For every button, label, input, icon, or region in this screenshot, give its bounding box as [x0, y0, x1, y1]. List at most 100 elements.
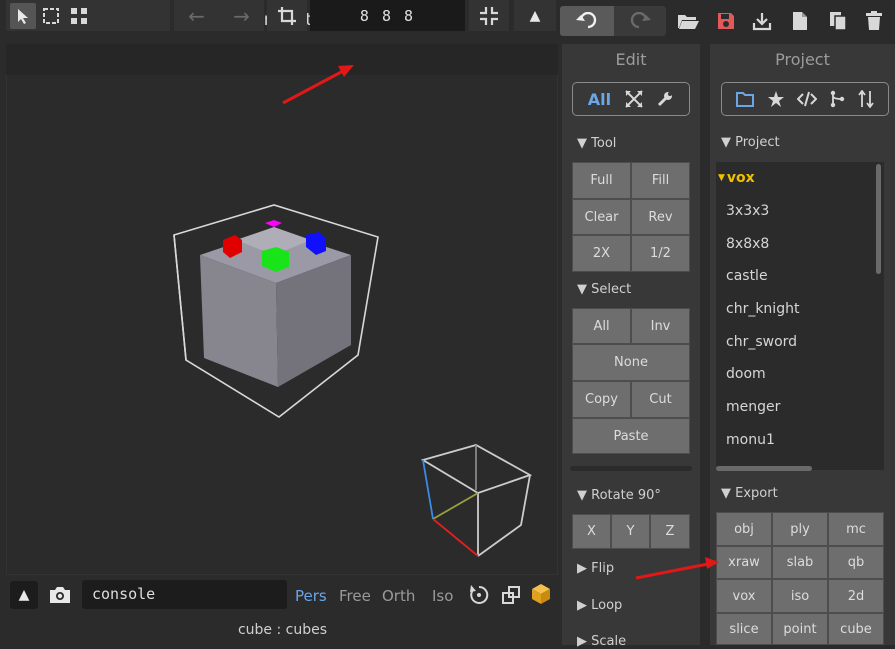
export-section-header[interactable]: ▼ Export [721, 486, 778, 501]
redo-icon [630, 12, 651, 29]
export-point-button[interactable]: point [772, 613, 828, 645]
select-all-button[interactable]: All [572, 308, 631, 344]
crop-button[interactable] [267, 0, 307, 31]
box-select-tool[interactable] [38, 3, 64, 29]
arrow-right-icon[interactable]: → [233, 4, 250, 28]
tool-rev-button[interactable]: Rev [631, 199, 690, 235]
list-item[interactable]: chr_sword [716, 325, 884, 358]
export-vox-button[interactable]: vox [716, 579, 772, 613]
arrow-left-icon[interactable]: ← [188, 4, 205, 28]
project-list[interactable]: ▼ vox 3x3x3 8x8x8 castle chr_knight chr_s… [716, 162, 884, 470]
view-mode-pers[interactable]: Pers [295, 587, 327, 605]
select-cut-button[interactable]: Cut [631, 381, 690, 418]
loop-label: Loop [591, 598, 623, 613]
export-2d-button[interactable]: 2d [828, 579, 884, 613]
list-item[interactable]: menger [716, 391, 884, 424]
folder-open-icon [678, 15, 699, 29]
list-item[interactable]: 8x8x8 [716, 227, 884, 260]
select-paste-button[interactable]: Paste [572, 418, 690, 454]
expand-console-button[interactable]: ▲ [10, 581, 38, 609]
console-input[interactable]: console [82, 580, 287, 609]
tool-half-button[interactable]: 1/2 [631, 235, 690, 272]
tool-label: Tool [591, 136, 617, 151]
folder-vox[interactable]: ▼ vox [716, 162, 884, 195]
box-select-icon [43, 7, 59, 24]
compress-icon [480, 6, 498, 25]
voxel-view-button[interactable] [530, 583, 554, 607]
new-file-button[interactable] [788, 6, 812, 36]
scale-label: Scale [591, 634, 627, 649]
folder-icon[interactable] [736, 91, 755, 107]
select-inv-button[interactable]: Inv [631, 308, 690, 344]
sort-icon[interactable] [858, 90, 874, 108]
view-mode-iso[interactable]: Iso [432, 587, 453, 605]
export-ply-button[interactable]: ply [772, 512, 828, 546]
pointer-tool[interactable] [10, 2, 36, 29]
select-copy-button[interactable]: Copy [572, 381, 631, 418]
wrench-icon[interactable] [656, 90, 674, 108]
code-icon[interactable] [796, 91, 817, 107]
cube-icon [532, 584, 550, 604]
rotate-y-button[interactable]: Y [611, 514, 650, 549]
duplicate-button[interactable] [826, 6, 850, 36]
export-xraw-button[interactable]: xraw [716, 546, 772, 579]
collapse-button[interactable] [469, 0, 509, 31]
flip-label: Flip [591, 561, 615, 576]
export-qb-button[interactable]: qb [828, 546, 884, 579]
export-slab-button[interactable]: slab [772, 546, 828, 579]
list-item[interactable]: doom [716, 358, 884, 391]
undo-button[interactable] [560, 6, 614, 36]
triangle-up-icon: ▲ [529, 7, 541, 24]
open-button[interactable] [676, 6, 700, 36]
points-select-tool[interactable] [66, 3, 92, 29]
export-iso-button[interactable]: iso [772, 579, 828, 613]
loop-section-header[interactable]: ▶ Loop [577, 598, 622, 613]
export-obj-button[interactable]: obj [716, 512, 772, 546]
download-button[interactable] [750, 6, 774, 36]
branch-icon[interactable] [829, 90, 845, 108]
rotate-x-button[interactable]: X [572, 514, 611, 549]
tool-full-button[interactable]: Full [572, 162, 631, 199]
project-section-header[interactable]: ▼ Project [721, 135, 780, 150]
redo-button[interactable] [614, 6, 666, 36]
history-arrows: ← → [174, 0, 264, 31]
select-section-header[interactable]: ▼ Select [577, 282, 631, 297]
folder-label: vox [726, 170, 755, 187]
list-item[interactable]: chr_knight [716, 293, 884, 326]
flip-section-header[interactable]: ▶ Flip [577, 561, 614, 576]
grid-points-icon [71, 7, 87, 24]
tool-clear-button[interactable]: Clear [572, 199, 631, 235]
save-button[interactable] [714, 6, 738, 36]
triangle-up-icon: ▲ [18, 587, 30, 603]
tool-fill-button[interactable]: Fill [631, 162, 690, 199]
star-icon[interactable] [767, 90, 785, 108]
project-list-scrollbar[interactable] [876, 164, 881, 274]
tab-all[interactable]: All [588, 90, 611, 109]
reset-view-button[interactable] [468, 584, 490, 606]
delete-button[interactable] [862, 6, 886, 36]
list-item[interactable]: 3x3x3 [716, 195, 884, 228]
select-none-button[interactable]: None [572, 344, 690, 381]
scale-section-header[interactable]: ▶ Scale [577, 634, 626, 649]
rotate-section-header[interactable]: ▼ Rotate 90° [577, 488, 661, 503]
list-item[interactable]: monu1 [716, 424, 884, 457]
expand-up-button[interactable]: ▲ [514, 0, 556, 31]
edit-scrollbar-h[interactable] [570, 466, 692, 471]
view-gizmo[interactable] [420, 444, 533, 557]
export-cube-button[interactable]: cube [828, 613, 884, 645]
scene-canvas[interactable] [6, 75, 558, 575]
caret-down-icon: ▼ [718, 173, 725, 184]
view-mode-orth[interactable]: Orth [382, 587, 415, 605]
view-mode-free[interactable]: Free [339, 587, 371, 605]
project-list-scrollbar-h[interactable] [716, 466, 812, 471]
select-label: Select [591, 282, 632, 297]
screenshot-button[interactable] [47, 583, 73, 607]
list-item[interactable]: castle [716, 260, 884, 293]
export-slice-button[interactable]: slice [716, 613, 772, 645]
ortho-grid-button[interactable] [500, 584, 522, 606]
export-mc-button[interactable]: mc [828, 512, 884, 546]
rotate-z-button[interactable]: Z [650, 514, 690, 549]
tool-2x-button[interactable]: 2X [572, 235, 631, 272]
tool-section-header[interactable]: ▼ Tool [577, 136, 616, 151]
expand-arrows-icon[interactable] [624, 90, 643, 108]
